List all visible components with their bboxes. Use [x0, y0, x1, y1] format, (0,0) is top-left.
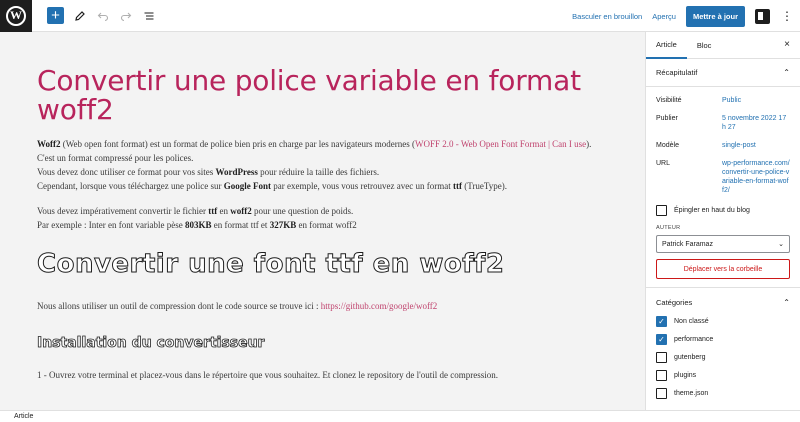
heading-block[interactable]: Convertir une font ttf en woff2 — [37, 249, 607, 280]
category-item[interactable]: gutenberg — [646, 352, 800, 363]
summary-panel-title: Récapitulatif — [656, 68, 698, 77]
visibility-value-button[interactable]: Public — [722, 96, 790, 105]
check-icon: ✓ — [658, 317, 665, 326]
pin-label: Épingler en haut du blog — [674, 207, 750, 214]
paragraph-text: (TrueType). — [461, 181, 507, 191]
paragraph-text: en format ttf et — [211, 220, 270, 230]
category-label: theme.json — [674, 390, 709, 397]
pin-checkbox[interactable] — [656, 205, 667, 216]
paragraph-text: pour réduire la taille des fichiers. — [257, 167, 380, 177]
tab-article[interactable]: Article — [646, 32, 687, 59]
bold-text: Woff2 — [37, 139, 61, 149]
redo-icon[interactable] — [116, 6, 136, 26]
pencil-icon[interactable] — [70, 6, 90, 26]
bold-text: woff2 — [230, 206, 252, 216]
visibility-row: Visibilité Public — [646, 96, 800, 105]
publish-date-button[interactable]: 5 novembre 2022 17 h 27 — [722, 114, 790, 132]
switch-to-draft-button[interactable]: Basculer en brouillon — [572, 12, 642, 21]
pin-to-top-row[interactable]: Épingler en haut du blog — [646, 205, 800, 216]
category-checkbox[interactable] — [656, 370, 667, 381]
bold-text: 803KB — [184, 220, 212, 230]
categories-panel-title: Catégories — [656, 297, 693, 307]
url-label: URL — [656, 160, 671, 167]
category-checkbox[interactable] — [656, 352, 667, 363]
preview-button[interactable]: Aperçu — [652, 12, 676, 21]
category-label: Non classé — [674, 318, 709, 325]
chevron-up-icon: ⌃ — [783, 297, 790, 307]
url-value-button[interactable]: wp-performance.com/convertir-une-police-… — [722, 159, 790, 195]
category-checkbox[interactable]: ✓ — [656, 334, 667, 345]
settings-sidebar: Article Bloc × Récapitulatif ⌃ Visibilit… — [645, 32, 800, 410]
bold-text: ttf — [208, 206, 218, 216]
caniuse-link[interactable]: WOFF 2.0 - Web Open Font Format | Can I … — [415, 139, 586, 149]
category-item[interactable]: theme.json — [646, 388, 800, 399]
update-button[interactable]: Mettre à jour — [685, 5, 745, 27]
editor-canvas: Convertir une police variable en format … — [0, 32, 645, 410]
category-checkbox[interactable] — [656, 388, 667, 399]
publish-label: Publier — [656, 115, 678, 122]
tab-block[interactable]: Bloc — [687, 32, 722, 59]
category-item[interactable]: ✓ performance — [646, 334, 800, 345]
paragraph-text: par exemple, vous vous retrouvez avec un… — [271, 181, 453, 191]
editor-toolbar: W + Basculer en brouillon Aperçu Mettre … — [0, 0, 800, 32]
categories-panel-header[interactable]: Catégories ⌃ — [646, 288, 800, 316]
paragraph-block[interactable]: 1 - Ouvrez votre terminal et placez-vous… — [37, 368, 607, 382]
post-title[interactable]: Convertir une police variable en format … — [37, 66, 607, 124]
paragraph-block[interactable]: Woff2 (Web open font format) est un form… — [37, 137, 607, 193]
template-row: Modèle single-post — [646, 141, 800, 150]
bold-text: WordPress — [215, 167, 258, 177]
block-breadcrumb: Article — [0, 410, 800, 422]
template-value-button[interactable]: single-post — [722, 141, 790, 150]
paragraph-text: Cependant, lorsque vous téléchargez une … — [37, 181, 224, 191]
paragraph-text: Par exemple : Inter en font variable pès… — [37, 220, 185, 230]
document-overview-icon[interactable] — [139, 6, 159, 26]
author-select[interactable]: Patrick Faramaz ⌄ — [656, 235, 790, 253]
paragraph-text: Vous devez impérativement convertir le f… — [37, 206, 209, 216]
category-item[interactable]: ✓ Non classé — [646, 316, 800, 327]
visibility-label: Visibilité — [656, 97, 682, 104]
paragraph-text: pour une question de poids. — [251, 206, 354, 216]
bold-text: Google Font — [223, 181, 272, 191]
category-item[interactable]: plugins — [646, 370, 800, 381]
author-value: Patrick Faramaz — [662, 240, 713, 248]
paragraph-text: Nous allons utiliser un outil de compres… — [37, 301, 321, 311]
wordpress-icon: W — [6, 5, 26, 26]
bold-text: ttf — [452, 181, 462, 191]
bold-text: 327KB — [269, 220, 297, 230]
summary-panel-header[interactable]: Récapitulatif ⌃ — [646, 59, 800, 87]
paragraph-text: en format woff2 — [296, 220, 357, 230]
subheading-block[interactable]: Installation du convertisseur — [37, 335, 607, 352]
paragraph-text: (Web open font format) est un format de … — [60, 139, 415, 149]
chevron-up-icon: ⌃ — [783, 68, 790, 77]
github-link[interactable]: https://github.com/google/woff2 — [321, 301, 438, 311]
categories-list: ✓ Non classé ✓ performance gutenberg plugins t… — [646, 316, 800, 399]
add-block-button[interactable]: + — [47, 7, 64, 24]
check-icon: ✓ — [658, 335, 665, 344]
publish-row: Publier 5 novembre 2022 17 h 27 — [646, 114, 800, 132]
close-icon[interactable]: × — [784, 39, 790, 50]
breadcrumb-item-article[interactable]: Article — [14, 413, 33, 420]
settings-sidebar-toggle-icon[interactable] — [755, 8, 770, 24]
template-label: Modèle — [656, 142, 679, 149]
more-options-icon[interactable]: ⋮ — [780, 10, 794, 22]
paragraph-text: Vous devez donc utiliser ce format pour … — [37, 167, 216, 177]
category-label: gutenberg — [674, 354, 706, 361]
wordpress-logo-button[interactable]: W — [0, 0, 32, 32]
category-label: performance — [674, 336, 714, 343]
move-to-trash-button[interactable]: Déplacer vers la corbeille — [656, 259, 790, 279]
sidebar-tabs: Article Bloc × — [646, 32, 800, 59]
paragraph-block[interactable]: Nous allons utiliser un outil de compres… — [37, 299, 607, 313]
paragraph-text: en — [217, 206, 231, 216]
category-checkbox[interactable]: ✓ — [656, 316, 667, 327]
url-row: URL wp-performance.com/convertir-une-pol… — [646, 159, 800, 195]
chevron-down-icon: ⌄ — [778, 241, 784, 248]
paragraph-block[interactable]: Vous devez impérativement convertir le f… — [37, 204, 607, 232]
category-label: plugins — [674, 372, 697, 379]
undo-icon[interactable] — [93, 6, 113, 26]
